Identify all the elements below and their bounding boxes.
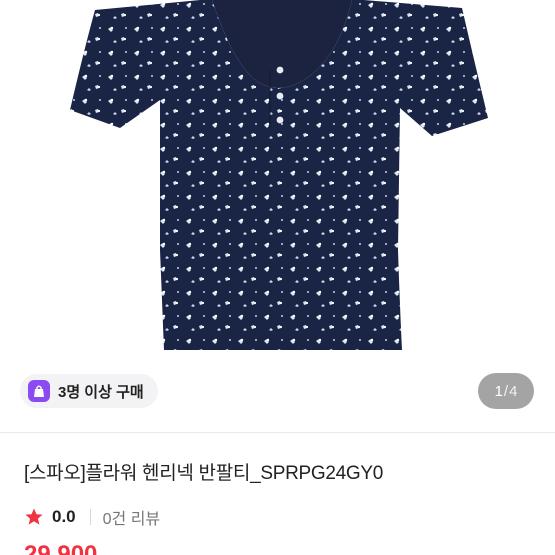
rating-value: 0.0: [52, 507, 76, 526]
badge-label: 3명 이상 구매: [58, 383, 144, 401]
divider: [0, 432, 555, 433]
page-total: 4: [509, 382, 518, 400]
shopping-bag-icon: [28, 380, 50, 402]
purchase-count-badge: 3명 이상 구매: [20, 374, 158, 408]
rating-row[interactable]: 0.0 0건 리뷰: [24, 505, 160, 529]
star-icon: [25, 508, 43, 525]
page-separator: /: [503, 382, 509, 400]
product-photo: [70, 0, 488, 350]
product-image[interactable]: 3명 이상 구매 1 / 4: [0, 0, 555, 432]
page-current: 1: [494, 382, 503, 400]
rating-divider: [89, 509, 91, 525]
review-count-link[interactable]: 0건 리뷰: [103, 505, 161, 529]
product-price: 29,900: [24, 541, 98, 555]
image-page-indicator: 1 / 4: [478, 373, 534, 409]
product-title: [스파오]플라워 헨리넥 반팔티_SPRPG24GY0: [24, 463, 384, 484]
